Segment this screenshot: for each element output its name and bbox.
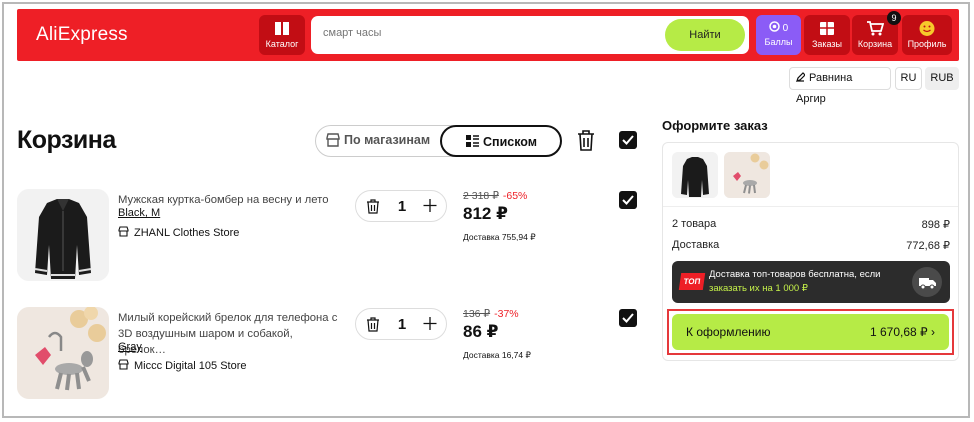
jacket-thumb: [672, 152, 718, 198]
view-by-shops-tab[interactable]: По магазинам: [316, 125, 440, 157]
old-price: 136 ₽: [463, 308, 491, 320]
orders-button[interactable]: Заказы: [804, 15, 850, 55]
keychain-thumb: [724, 152, 770, 198]
view-toggle: По магазинам Списком: [315, 125, 562, 157]
delete-item-icon[interactable]: [366, 317, 380, 332]
points-value: 0: [782, 23, 789, 34]
old-price-row: 2 318 ₽ -65%: [463, 190, 527, 202]
truck-icon: [912, 267, 942, 297]
checkmark-icon: [622, 135, 634, 145]
quantity-stepper: 1: [355, 190, 447, 222]
quantity-value[interactable]: 1: [392, 198, 412, 215]
plus-icon[interactable]: [422, 315, 438, 332]
checkout-total: 1 670,68 ₽ ›: [869, 325, 935, 339]
coin-icon: [769, 21, 780, 32]
promo-link[interactable]: заказать их на 1 000 ₽: [709, 283, 808, 294]
plus-icon[interactable]: [422, 197, 438, 214]
quantity-stepper: 1: [355, 308, 447, 340]
delivery-cost: Доставка 16,74 ₽: [463, 350, 531, 360]
old-price-row: 136 ₽ -37%: [463, 308, 519, 320]
product-store[interactable]: Miccc Digital 105 Store: [118, 359, 247, 372]
profile-button[interactable]: Профиль: [902, 15, 952, 55]
cart-label: Корзина: [857, 39, 893, 49]
goods-value: 898 ₽: [921, 219, 950, 231]
promo-text: Доставка топ-товаров бесплатна, если: [709, 269, 881, 280]
price: 812 ₽: [463, 204, 508, 223]
discount: -65%: [502, 190, 528, 202]
points-row: 0: [756, 21, 801, 34]
orders-label: Заказы: [811, 39, 843, 49]
goods-label: 2 товара: [672, 218, 717, 230]
view-list-tab[interactable]: Списком: [440, 125, 562, 157]
summary-title: Оформите заказ: [662, 118, 768, 133]
delete-all-icon[interactable]: [577, 130, 595, 151]
old-price: 2 318 ₽: [463, 190, 499, 202]
top-badge: ТОП: [678, 273, 706, 290]
search-box: Найти: [311, 16, 749, 54]
currency-selector[interactable]: RUB: [925, 67, 959, 90]
product-variant[interactable]: Black, M: [118, 207, 160, 219]
pen-icon: [796, 72, 805, 82]
checkmark-icon: [622, 313, 634, 323]
aliexpress-logo[interactable]: AliExpress: [36, 24, 128, 46]
product-image-keychain[interactable]: [17, 307, 109, 399]
product-name[interactable]: Мужская куртка-бомбер на весну и лето: [118, 192, 343, 208]
header: AliExpress Каталог Найти 0 Баллы Заказы …: [17, 9, 959, 61]
delete-item-icon[interactable]: [366, 199, 380, 214]
view-by-shops-label: По магазинам: [344, 133, 431, 147]
store-name: ZHANL Clothes Store: [134, 227, 240, 239]
product-store[interactable]: ZHANL Clothes Store: [118, 226, 239, 239]
divider: [663, 206, 958, 207]
store-icon: [326, 133, 340, 147]
delivery-value: 772,68 ₽: [906, 240, 950, 252]
box-icon: [820, 22, 834, 35]
price: 86 ₽: [463, 322, 499, 341]
smiley-icon: [919, 21, 935, 36]
delivery-row: Доставка 772,68 ₽: [672, 239, 950, 252]
store-icon: [118, 359, 129, 370]
free-delivery-banner[interactable]: ТОП Доставка топ-товаров бесплатна, если…: [672, 261, 950, 303]
item-checkbox[interactable]: [619, 309, 637, 327]
view-list-label: Списком: [483, 135, 538, 149]
list-icon: [466, 135, 479, 147]
product-image-jacket[interactable]: [17, 189, 109, 281]
checkmark-icon: [622, 195, 634, 205]
jacket-image: [17, 189, 109, 281]
cart-count-badge: 9: [887, 11, 901, 25]
catalog-label: Каталог: [265, 39, 299, 49]
page-title: Корзина: [17, 126, 116, 154]
goods-row: 2 товара 898 ₽: [672, 218, 950, 231]
checkout-button[interactable]: К оформлению 1 670,68 ₽ ›: [672, 314, 949, 350]
select-all-checkbox[interactable]: [619, 131, 637, 149]
checkout-label: К оформлению: [686, 325, 771, 339]
order-summary: 2 товара 898 ₽ Доставка 772,68 ₽ ТОП Дос…: [662, 142, 959, 361]
user-pill[interactable]: Равнина Аргир: [789, 67, 891, 105]
catalog-button[interactable]: Каталог: [259, 15, 305, 55]
profile-label: Профиль: [907, 39, 947, 49]
search-button[interactable]: Найти: [665, 19, 745, 51]
store-name: Miccc Digital 105 Store: [134, 360, 247, 372]
item-checkbox[interactable]: [619, 191, 637, 209]
product-variant[interactable]: Gray: [118, 341, 142, 353]
points-label: Баллы: [764, 37, 793, 47]
checkout-highlight: К оформлению 1 670,68 ₽ ›: [667, 309, 954, 355]
book-icon: [275, 22, 289, 35]
product-name[interactable]: Милый корейский брелок для телефона с 3D…: [118, 310, 343, 358]
delivery-cost: Доставка 755,94 ₽: [463, 232, 536, 242]
summary-thumb-keychain[interactable]: [724, 152, 770, 198]
search-input[interactable]: [323, 27, 653, 39]
summary-thumb-jacket[interactable]: [672, 152, 718, 198]
cart-icon: [867, 21, 884, 36]
quantity-value[interactable]: 1: [392, 316, 412, 333]
delivery-label: Доставка: [672, 239, 720, 251]
points-button[interactable]: 0 Баллы: [756, 15, 801, 55]
discount: -37%: [494, 308, 519, 320]
store-icon: [118, 226, 129, 237]
keychain-image: [17, 307, 109, 399]
language-selector[interactable]: RU: [895, 67, 922, 90]
